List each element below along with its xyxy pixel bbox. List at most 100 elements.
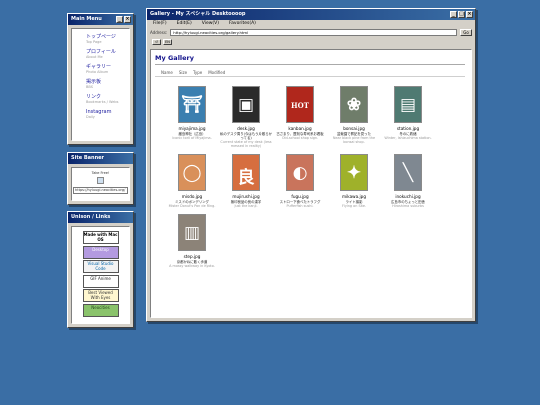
gallery-item[interactable]: ▥ step.jpg 京都かねに散く歩道 A mossy walkway in Kyo… [165,214,219,268]
menu-viewv[interactable]: View(V) [202,20,219,28]
main-menu-titlebar[interactable]: Main Menu _ × [68,14,133,25]
file-caption-english: Iconic torii of Miyajima. [172,136,212,140]
main-menu-title: Main Menu [71,16,102,22]
photo-thumbnail[interactable]: ▤ [394,86,422,123]
links-title: Unison / Links [71,214,111,220]
photo-thumbnail[interactable]: HOT [286,86,314,123]
menu-item[interactable]: 掲示板 BBS [86,79,125,90]
photo-glyph-icon: HOT [291,101,309,110]
gallery-item[interactable]: ⛩ miyajima.jpg 厳島神社（広島） Iconic torii of Miy… [165,86,219,148]
photo-glyph-icon: 良 [237,168,255,188]
photo-thumbnail[interactable]: ❀ [340,86,368,123]
file-caption-english: A mossy walkway in Kyoto. [169,264,215,268]
photo-glyph-icon: ◐ [292,163,308,183]
menu-item[interactable]: トップページ Top Page [86,34,125,45]
menu-item-sublabel: Photo Album [86,70,109,74]
column-header-modified[interactable]: Modified [208,70,225,75]
file-caption-english: Current state of my desk (less messed in… [220,140,272,148]
address-input[interactable]: http://hyluugi.neocities.org/gallery.htm… [170,29,457,36]
column-header-type[interactable]: Type [193,70,202,75]
purple-badge-icon[interactable]: Desktop [82,245,119,259]
main-menu-window: Main Menu _ × トップページ Top Page プロフィール About … [67,13,134,145]
photo-glyph-icon: ▣ [237,95,255,115]
main-menu-list: トップページ Top Page プロフィール About Me ギャラリー Photo A… [71,28,130,141]
photo-thumbnail[interactable]: ◯ [178,154,206,191]
menu-item[interactable]: ギャラリー Photo Album [86,64,125,75]
photo-glyph-icon: ╲ [402,163,414,183]
links-window: Unison / Links Made with Mac OS Desktop Vi… [67,211,134,328]
title-divider [155,64,465,65]
gallery-item[interactable]: HOT kanban.jpg 古さまり、歴刻な寿司系お看板 Old-school sh… [273,86,327,148]
minimize-icon[interactable]: _ [116,16,123,23]
close-icon[interactable]: × [124,16,131,23]
gallery-item[interactable]: ◯ misdo.jpg ミスドのポンデリング Mister Donut's Pon d… [165,154,219,208]
photo-glyph-icon: ◯ [182,163,202,183]
banner-image[interactable] [97,177,104,184]
file-caption-english: Winter, Ishizuchima station. [384,136,432,140]
vscode-icon[interactable]: Visual Studio Code [82,260,119,273]
file-caption-english: Flying on Site. [341,204,367,208]
links-titlebar[interactable]: Unison / Links [68,212,133,223]
gallery-item[interactable]: 良 mujirushi.jpg 無印良品の良の漢字 Just the kanji. [219,154,273,208]
leaf-icon[interactable]: Neocities [82,303,119,317]
banner-url-field[interactable]: https://hyluugi.neocities.org/ [73,187,128,194]
menu-edite[interactable]: Edit(E) [177,20,192,28]
file-caption: 私のデスク周り(今はもう片散らかってる) [219,132,273,140]
toolbar: ↺ EN [147,37,475,46]
site-banner-titlebar[interactable]: Site Banner [68,153,133,164]
file-caption-english: Old-school shop sign. [281,136,319,140]
site-banner-body: Take Free! https://hyluugi.neocities.org… [71,167,130,201]
minimize-icon[interactable]: _ [450,11,457,18]
gallery-item[interactable]: ▤ station.jpg 冬のに着緒 Winter, Ishizuchima sta… [381,86,435,148]
refresh-button[interactable]: ↺ [152,38,161,45]
photo-glyph-icon: ✦ [346,163,362,183]
menu-item[interactable]: リンク Bookmarks / Webs [86,94,125,105]
menu-item-sublabel: BBS [86,85,93,89]
gallery-item[interactable]: ◐ fugu.jpg ストロー下食べたトラフグ Pufferfish sushi. [273,154,327,208]
apple-icon[interactable]: Made with Mac OS [82,231,119,244]
menu-item[interactable]: Instagram Daily [86,109,125,120]
photo-thumbnail[interactable]: ╲ [394,154,422,191]
browser-menubar: File(F) Edit(E) View(V) Favorites(A) [147,20,475,28]
photo-thumbnail[interactable]: 良 [232,154,260,191]
photo-glyph-icon: ❀ [346,95,362,115]
file-caption-english: Pufferfish sushi. [286,204,314,208]
site-banner-window: Site Banner Take Free! https://hyluugi.n… [67,152,134,205]
eye-icon[interactable]: Best Viewed With Eyes [82,289,119,302]
photo-thumbnail[interactable]: ▣ [232,86,260,123]
menu-item-sublabel: Daily [86,115,95,119]
menu-item-sublabel: About Me [86,55,103,59]
gallery-item[interactable]: ❀ bonsai.jpg 盆栽園で昇記を見った Near black pine fro… [327,86,381,148]
browser-window: Gallery - My スペシャル Desktoooop _ □ × File… [146,8,476,322]
maximize-icon[interactable]: □ [458,11,465,18]
gallery-item[interactable]: ╲ inokuchi.jpg 広島市のちょっと田舎 Hiroshima suburbs [381,154,435,208]
photo-thumbnail[interactable]: ⛩ [178,86,206,123]
photo-thumbnail[interactable]: ✦ [340,154,368,191]
file-caption-english: Hiroshima suburbs [392,204,424,208]
menu-item[interactable]: プロフィール About Me [86,49,125,60]
address-bar: Address: http://hyluugi.neocities.org/ga… [147,28,475,37]
gallery-item[interactable]: ▣ desk.jpg 私のデスク周り(今はもう片散らかってる) Current sta… [219,86,273,148]
menu-item-sublabel: Bookmarks / Webs [86,100,119,104]
gif-icon[interactable]: GIF Anime [82,274,119,288]
photo-glyph-icon: ▥ [183,223,201,243]
photo-thumbnail[interactable]: ◐ [286,154,314,191]
browser-titlebar[interactable]: Gallery - My スペシャル Desktoooop _ □ × [147,9,475,20]
banner-caption: Take Free! [91,171,110,175]
page-content: My Gallery Name Size Type Modified ⛩ miyajim… [150,49,472,318]
file-caption-english: Mister Donut's Pon de Ring. [168,204,216,208]
page-title: My Gallery [155,54,194,62]
menu-filef[interactable]: File(F) [153,20,167,28]
column-header-size[interactable]: Size [179,70,187,75]
go-button[interactable]: Go [460,29,472,36]
gallery-item[interactable]: ✦ mikawa.jpg ライト撮影 Flying on Site. [327,154,381,208]
gallery-grid: ⛩ miyajima.jpg 厳島神社（広島） Iconic torii of Miy… [165,86,455,268]
column-headers: Name Size Type Modified [161,70,225,75]
column-header-name[interactable]: Name [161,70,173,75]
photo-thumbnail[interactable]: ▥ [178,214,206,251]
language-button[interactable]: EN [163,38,172,45]
site-banner-title: Site Banner [71,155,104,161]
menu-favoritesa[interactable]: Favorites(A) [229,20,256,28]
badge-list: Made with Mac OS Desktop Visual Studio Cod… [71,226,130,324]
close-icon[interactable]: × [466,11,473,18]
